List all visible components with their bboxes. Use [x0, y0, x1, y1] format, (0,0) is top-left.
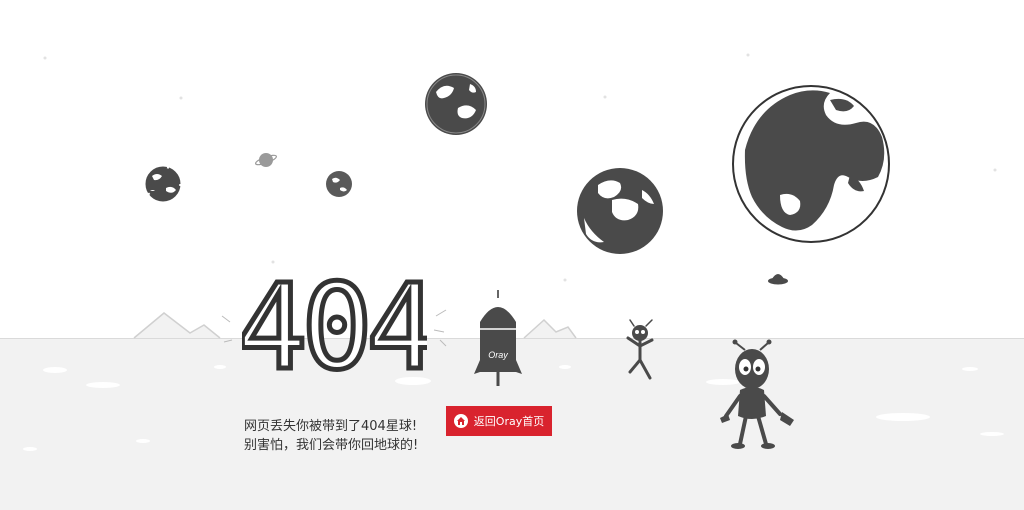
planet-medium-right: [577, 168, 663, 254]
planet-small-left: [145, 166, 181, 202]
back-to-home-button[interactable]: 返回Oray首页: [446, 406, 552, 436]
rocket-brand-text: Oray: [488, 350, 508, 360]
back-to-home-label: 返回Oray首页: [473, 415, 545, 428]
planet-small-center: [326, 171, 352, 197]
alien-big: [720, 339, 794, 449]
error-message-line1: 网页丢失你被带到了404星球!: [244, 419, 418, 434]
planet-large: [732, 85, 890, 243]
planet-ringed-tiny: [255, 153, 277, 167]
error-message: 网页丢失你被带到了404星球! 别害怕，我们会带你回地球的!: [244, 417, 418, 455]
home-icon: [453, 414, 468, 428]
error-code-graphic: 404: [242, 268, 427, 383]
alien-small: [626, 319, 654, 380]
planet-medium-top: [425, 73, 487, 135]
error-message-line2: 别害怕，我们会带你回地球的!: [244, 438, 419, 453]
rocket: Oray: [474, 290, 522, 386]
ufo: [768, 274, 788, 285]
error-404-page: Oray 404 网页丢失你被带到了404星球! 别害怕，我们会带你回地球的! …: [0, 0, 1024, 510]
error-code-text: 404: [242, 268, 427, 383]
